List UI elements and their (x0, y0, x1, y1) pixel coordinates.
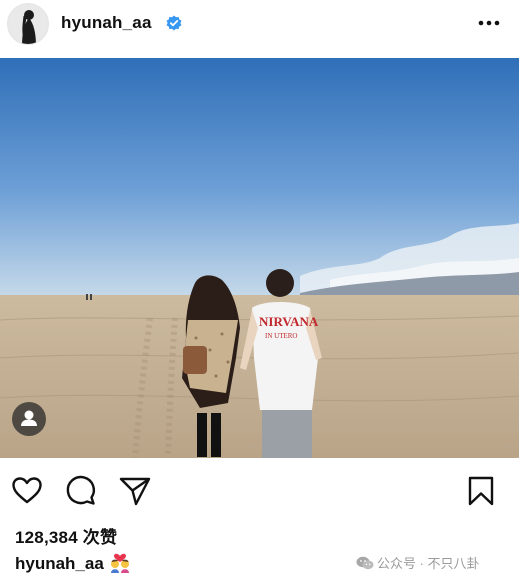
more-horizontal-icon[interactable] (474, 14, 504, 32)
verified-badge-icon (166, 15, 182, 31)
svg-text:NIRVANA: NIRVANA (259, 314, 319, 329)
avatar[interactable] (7, 3, 49, 45)
user-tag-icon[interactable] (12, 402, 46, 436)
action-bar (0, 470, 519, 510)
svg-text:IN UTERO: IN UTERO (265, 332, 297, 340)
post-header: hyunah_aa (0, 0, 519, 50)
heart-icon (12, 477, 42, 504)
post-photo[interactable]: NIRVANA IN UTERO (0, 58, 519, 458)
likes-count[interactable]: 128,384 次赞 (15, 523, 117, 548)
username[interactable]: hyunah_aa (61, 13, 152, 33)
bookmark-icon (468, 476, 494, 506)
watermark: 公众号 · 不只八卦 (356, 553, 480, 572)
share-button[interactable] (118, 474, 152, 508)
like-button[interactable] (10, 474, 44, 508)
wechat-icon (356, 556, 374, 570)
caption-username[interactable]: hyunah_aa (15, 554, 104, 573)
couple-kiss-emoji-icon (110, 553, 129, 573)
watermark-text: 公众号 · 不只八卦 (377, 556, 480, 571)
send-paper-plane-icon (119, 477, 151, 506)
comment-button[interactable] (64, 474, 98, 508)
caption: hyunah_aa (15, 551, 132, 574)
save-button[interactable] (464, 474, 498, 508)
comment-bubble-icon (66, 475, 96, 505)
